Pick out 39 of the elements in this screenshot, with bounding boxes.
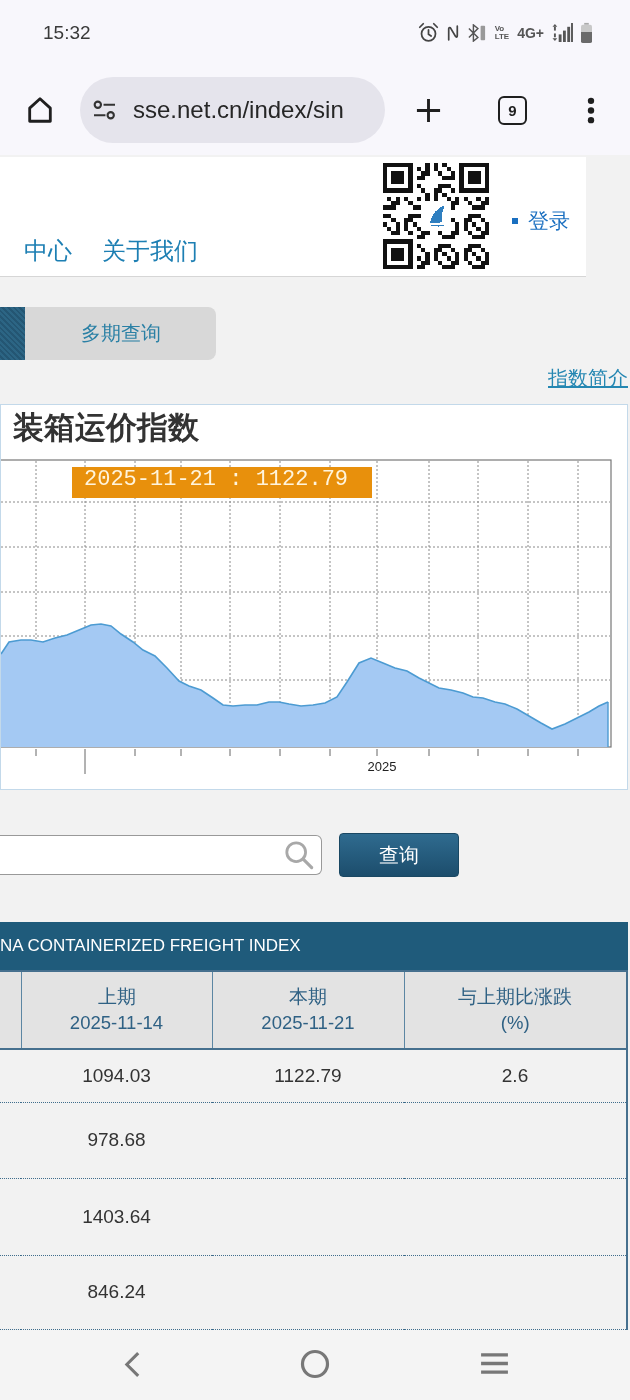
battery-icon <box>581 21 592 44</box>
more-options-icon[interactable] <box>587 96 595 124</box>
qr-code-icon <box>383 163 489 269</box>
address-bar[interactable]: sse.net.cn/index/sin <box>80 77 385 143</box>
table-cell: 1403.64 <box>82 1205 151 1227</box>
nav-link[interactable]: 关于我们 <box>102 238 198 264</box>
tune-icon[interactable] <box>93 99 116 121</box>
table-cell: 846.24 <box>87 1281 146 1302</box>
login-link[interactable]: 登录 <box>528 209 570 233</box>
tab[interactable]: 多期查询 <box>25 307 216 360</box>
table-cell: 1094.03 <box>82 1064 151 1086</box>
signal-icon <box>552 23 573 42</box>
volte-indicator: Vo LTE <box>494 24 510 41</box>
search-icon <box>284 840 314 870</box>
status-time: 15:32 <box>43 21 91 44</box>
plus-icon[interactable] <box>415 96 442 124</box>
alarm-icon <box>417 22 439 43</box>
menu-icon[interactable] <box>480 1352 509 1375</box>
bluetooth-icon <box>466 23 487 42</box>
table-title: NA CONTAINERIZED FREIGHT INDEX <box>0 922 628 970</box>
column-header: 本期 2025-11-21 <box>212 971 404 1049</box>
bullet-icon <box>512 218 518 224</box>
column-header: 与上期比涨跌 (%) <box>404 971 627 1049</box>
axis-label: 2025 <box>367 759 397 774</box>
tab-switcher-button[interactable]: 9 <box>498 95 527 125</box>
table-cell: 978.68 <box>87 1129 146 1150</box>
home-icon[interactable] <box>25 95 55 125</box>
chart-title: 装箱运价指数 <box>12 409 200 447</box>
index-intro-link[interactable]: 指数简介 <box>548 364 628 392</box>
nfc-icon <box>446 23 459 42</box>
query-button[interactable]: 查询 <box>339 833 459 877</box>
nav-link[interactable]: 中心 <box>24 238 72 264</box>
column-header: 上期 2025-11-14 <box>21 971 212 1049</box>
search-field[interactable] <box>0 835 322 875</box>
chart-tooltip: 2025-11-21 : 1122.79 <box>72 467 372 498</box>
network-type: 4G+ <box>517 24 544 41</box>
back-icon[interactable] <box>123 1351 142 1378</box>
table-cell: 2.6 <box>501 1064 529 1086</box>
table-cell: 1122.79 <box>274 1064 342 1086</box>
